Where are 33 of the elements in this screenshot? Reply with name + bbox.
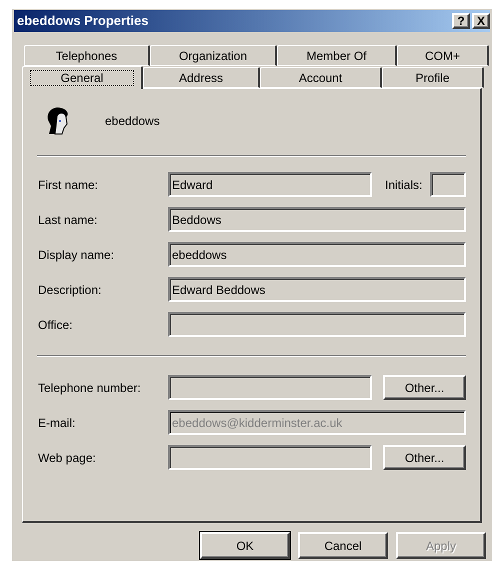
field-label: First name: bbox=[37, 176, 100, 194]
text-field[interactable]: Edward bbox=[168, 172, 372, 197]
close-button[interactable]: X bbox=[472, 13, 490, 29]
user-name: ebeddows bbox=[105, 113, 160, 130]
other-button[interactable]: Other... bbox=[383, 375, 466, 400]
initials-field[interactable] bbox=[430, 172, 466, 197]
field-label: Display name: bbox=[37, 246, 116, 264]
tab[interactable]: General bbox=[22, 66, 143, 89]
text-field[interactable]: Edward Beddows bbox=[168, 277, 466, 302]
field-label: Web page: bbox=[37, 450, 97, 466]
field-label: E-mail: bbox=[37, 414, 76, 432]
field-label: Initials: bbox=[384, 176, 422, 194]
dialog-button[interactable]: OK bbox=[200, 532, 290, 559]
tab[interactable]: Telephones bbox=[24, 45, 150, 66]
tab[interactable]: Organization bbox=[150, 45, 277, 66]
text-field[interactable] bbox=[168, 445, 372, 470]
field-label: Last name: bbox=[37, 212, 98, 228]
window-title: ebeddows Properties bbox=[17, 12, 150, 30]
field-label: Description: bbox=[37, 282, 102, 298]
other-button[interactable]: Other... bbox=[383, 445, 466, 470]
help-button[interactable]: ? bbox=[452, 13, 470, 29]
text-field[interactable] bbox=[168, 375, 372, 400]
tab[interactable]: Member Of bbox=[277, 45, 397, 66]
tab[interactable]: COM+ bbox=[397, 45, 489, 66]
text-field[interactable] bbox=[168, 312, 466, 337]
dialog-button[interactable]: Cancel bbox=[298, 532, 388, 559]
field-label: Office: bbox=[37, 316, 74, 334]
tab[interactable]: Account bbox=[260, 67, 382, 88]
text-field[interactable]: ebeddows bbox=[168, 242, 466, 267]
tab[interactable]: Profile bbox=[382, 67, 484, 88]
text-field[interactable]: Beddows bbox=[168, 207, 466, 232]
field-label: Telephone number: bbox=[37, 380, 142, 396]
tab[interactable]: Address bbox=[143, 67, 260, 88]
